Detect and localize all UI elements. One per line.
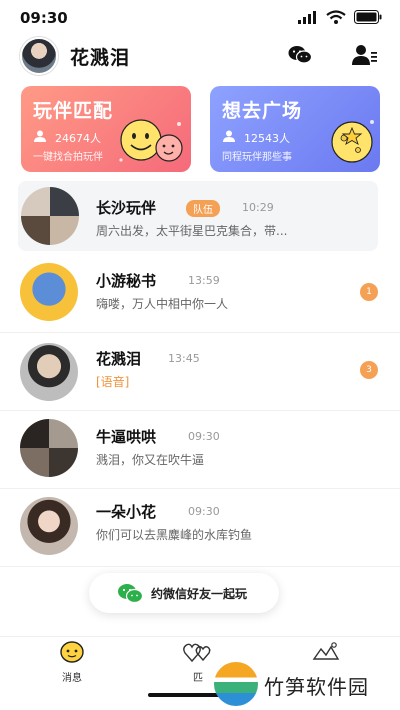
chat-item-secretary[interactable]: 小游秘书 13:59 嗨喽，万人中相中你一人 1 [0,255,400,333]
header: 花溅泪 [0,34,400,76]
chat-item-changsha[interactable]: 长沙玩伴 队伍 10:29 周六出发，太平街星巴克集合，带... [18,181,378,251]
chat-time: 13:45 [168,352,200,365]
watermark-logo [214,662,258,706]
message-face-icon [60,641,84,663]
smiley-faces-illustration [119,119,183,162]
status-bar: 09:30 [0,0,400,34]
status-time: 09:30 [20,9,68,27]
battery-icon [354,10,382,24]
watermark: 竹笋软件园 [208,660,394,710]
tab-messages[interactable]: 消息 [42,641,102,684]
person-icon [223,130,235,142]
chat-time: 10:29 [242,201,274,214]
chat-name: 牛逼哄哄 [96,428,157,446]
wechat-icon[interactable] [288,44,312,66]
square-card[interactable]: 想去广场 12543人 同程玩伴那些事 [210,86,380,172]
watermark-text: 竹笋软件园 [264,675,369,699]
signal-icon [298,10,316,24]
match-card-count: 24674人 [55,132,101,145]
chat-name: 长沙玩伴 [96,199,157,217]
chat-message: [语音] [96,375,130,389]
tab-messages-label: 消息 [62,673,82,684]
chat-message: 你们可以去黑麋峰的水库钓鱼 [96,528,253,542]
status-icons [298,10,382,24]
chat-item-xiaohua[interactable]: 一朵小花 09:30 你们可以去黑麋峰的水库钓鱼 [0,489,400,567]
chat-item-niubi[interactable]: 牛逼哄哄 09:30 溅泪，你又在吹牛逼 [0,411,400,489]
match-card[interactable]: 玩伴匹配 24674人 一键找合拍玩伴 [21,86,191,172]
chat-time: 09:30 [188,430,220,443]
unread-badge: 3 [360,361,378,379]
square-card-title: 想去广场 [222,100,303,122]
group-avatar [21,187,79,245]
invite-wechat-friends-button[interactable]: 约微信好友一起玩 [89,573,279,613]
wechat-icon [118,584,143,604]
contacts-icon[interactable] [352,44,378,66]
chat-message: 溅泪，你又在吹牛逼 [96,453,205,467]
square-card-count: 12543人 [244,132,290,145]
group-avatar [20,419,78,477]
person-icon [34,130,46,142]
chat-name: 一朵小花 [96,503,157,521]
profile-avatar[interactable] [20,37,58,75]
square-card-subtitle: 同程玩伴那些事 [222,152,292,163]
planet-illustration [331,120,374,163]
team-tag: 队伍 [186,200,220,217]
page-title: 花溅泪 [70,47,131,69]
chat-name: 花溅泪 [96,350,142,368]
chat-time: 13:59 [188,274,220,287]
chat-time: 09:30 [188,505,220,518]
chat-item-huajianlei[interactable]: 花溅泪 13:45 [语音] 3 [0,333,400,411]
unread-badge: 1 [360,283,378,301]
chat-message: 周六出发，太平街星巴克集合，带... [96,224,288,238]
invite-label: 约微信好友一起玩 [151,587,248,601]
chat-name: 小游秘书 [96,272,157,290]
chat-message: 嗨喽，万人中相中你一人 [96,297,229,311]
match-card-subtitle: 一键找合拍玩伴 [33,152,103,163]
avatar [20,497,78,555]
avatar [20,343,78,401]
wifi-icon [326,10,346,24]
match-card-title: 玩伴匹配 [33,100,114,122]
mascot-avatar [20,263,78,321]
